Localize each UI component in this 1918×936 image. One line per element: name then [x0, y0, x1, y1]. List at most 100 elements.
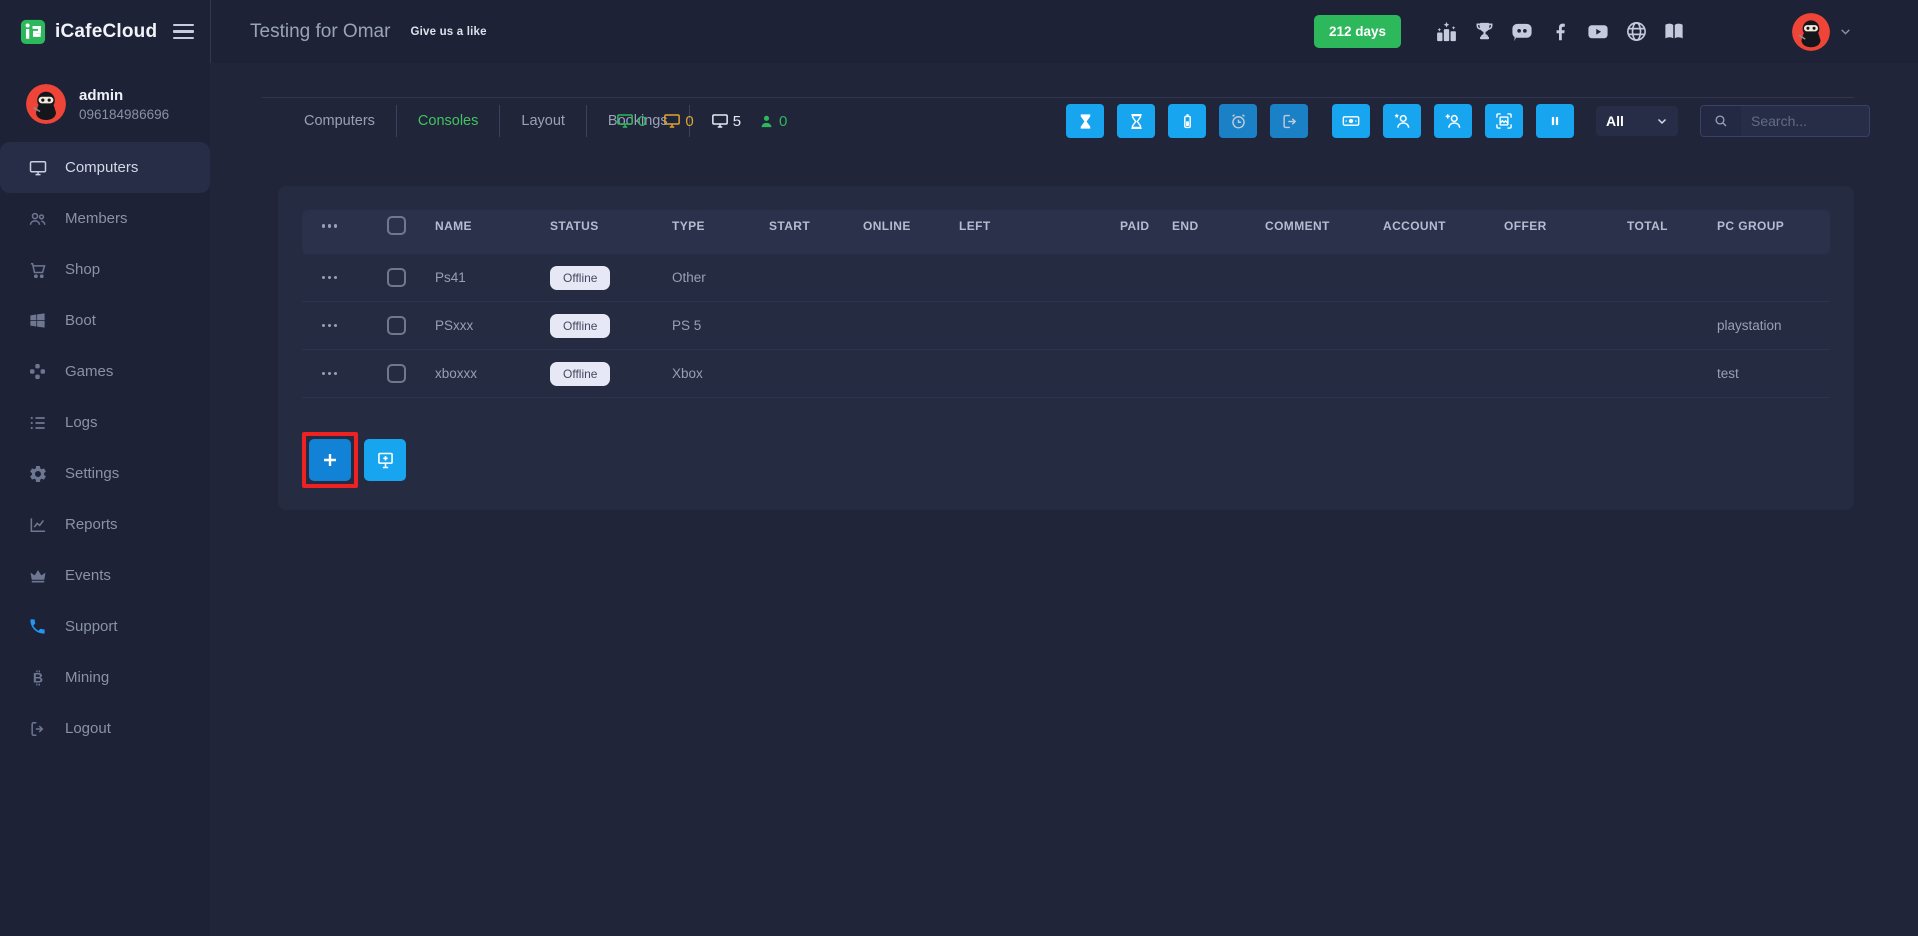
battery-button[interactable]: [1168, 104, 1206, 138]
row-checkbox[interactable]: [387, 268, 406, 287]
column-header-left: LEFT: [959, 219, 1120, 233]
alarm-clock-button[interactable]: [1219, 104, 1257, 138]
sidebar-item-label: Shop: [65, 261, 100, 278]
page-title: Testing for Omar: [250, 21, 390, 43]
status-counters: 0 0 5 0: [616, 103, 787, 139]
days-remaining-badge[interactable]: 212 days: [1314, 15, 1401, 48]
sidebar-item-support[interactable]: Support: [0, 601, 210, 652]
logo-text: iCafeCloud: [55, 21, 157, 43]
table-row: xboxxx Offline Xbox test: [302, 350, 1830, 398]
sidebar-item-label: Members: [65, 210, 128, 227]
column-header-account: ACCOUNT: [1383, 219, 1504, 233]
column-header-paid: PAID: [1120, 219, 1172, 233]
phone-icon: [27, 617, 48, 636]
sidebar-item-label: Mining: [65, 669, 109, 686]
row-checkbox[interactable]: [387, 364, 406, 383]
check-out-button[interactable]: [1270, 104, 1308, 138]
tab-consoles[interactable]: Consoles: [397, 113, 499, 129]
header-actions-icon[interactable]: [322, 220, 338, 232]
facebook-icon[interactable]: [1548, 20, 1572, 44]
hamburger-menu-icon[interactable]: [173, 24, 194, 39]
hourglass-button[interactable]: [1117, 104, 1155, 138]
search-input[interactable]: [1741, 106, 1869, 136]
leaderboard-icon[interactable]: [1434, 20, 1458, 44]
table-row: Ps41 Offline Other: [302, 254, 1830, 302]
cash-payment-button[interactable]: [1332, 104, 1370, 138]
cart-icon: [27, 260, 48, 280]
row-checkbox[interactable]: [387, 316, 406, 335]
group-filter-select[interactable]: All: [1596, 106, 1678, 136]
chevron-down-icon[interactable]: [1839, 25, 1852, 38]
select-all-checkbox[interactable]: [387, 216, 406, 235]
sign-out-icon: [27, 719, 48, 739]
user-avatar[interactable]: [1792, 13, 1830, 51]
counter-online[interactable]: 0: [616, 112, 646, 130]
sidebar-item-label: Boot: [65, 312, 96, 329]
top-bar: iCafeCloud Testing for Omar Give us a li…: [0, 0, 1918, 63]
cell-name: PSxxx: [435, 318, 550, 333]
sidebar-item-mining[interactable]: B Mining: [0, 652, 210, 703]
sidebar-item-boot[interactable]: Boot: [0, 295, 210, 346]
toolbar-divider: [262, 97, 1854, 98]
status-badge: Offline: [550, 362, 610, 386]
give-us-a-like-link[interactable]: Give us a like: [410, 26, 486, 38]
column-header-total: TOTAL: [1627, 219, 1717, 233]
sidebar-user-phone: 096184986696: [79, 107, 169, 122]
row-actions-icon[interactable]: [322, 368, 338, 380]
manual-book-icon[interactable]: [1662, 20, 1686, 44]
sidebar-item-reports[interactable]: Reports: [0, 499, 210, 550]
cell-type: Other: [672, 270, 769, 285]
sidebar-item-logs[interactable]: Logs: [0, 397, 210, 448]
highlight-box: [302, 432, 358, 488]
column-header-online: ONLINE: [863, 219, 959, 233]
column-header-start: START: [769, 219, 863, 233]
sidebar-item-settings[interactable]: Settings: [0, 448, 210, 499]
add-member-button[interactable]: [1434, 104, 1472, 138]
sidebar-item-label: Games: [65, 363, 113, 380]
table-footer-actions: [302, 432, 1830, 488]
sidebar-item-computers[interactable]: Computers: [0, 142, 210, 193]
discord-icon[interactable]: [1510, 20, 1534, 44]
screenshot-button[interactable]: [1485, 104, 1523, 138]
member-star-button[interactable]: [1383, 104, 1421, 138]
add-multiple-consoles-button[interactable]: [364, 439, 406, 481]
row-actions-icon[interactable]: [322, 320, 338, 332]
column-header-offer: OFFER: [1504, 219, 1627, 233]
user-menu[interactable]: [1792, 13, 1852, 51]
hourglass-start-button[interactable]: [1066, 104, 1104, 138]
website-globe-icon[interactable]: [1624, 20, 1648, 44]
cell-pc-group: test: [1717, 366, 1830, 381]
counter-value: 0: [685, 113, 693, 130]
column-header-status: STATUS: [550, 219, 672, 233]
row-actions-icon[interactable]: [322, 272, 338, 284]
cell-name: xboxxx: [435, 366, 550, 381]
tab-computers[interactable]: Computers: [283, 113, 396, 129]
cell-type: Xbox: [672, 366, 769, 381]
trophy-icon[interactable]: [1472, 20, 1496, 44]
sidebar-item-label: Events: [65, 567, 111, 584]
sidebar-item-games[interactable]: Games: [0, 346, 210, 397]
tab-layout[interactable]: Layout: [500, 113, 586, 129]
column-header-pc-group: PC GROUP: [1717, 219, 1830, 233]
counter-value: 5: [733, 113, 741, 130]
sidebar-item-logout[interactable]: Logout: [0, 703, 210, 754]
topbar-icon-row: [1434, 20, 1686, 44]
column-header-name: NAME: [435, 219, 550, 233]
sidebar-item-members[interactable]: Members: [0, 193, 210, 244]
youtube-icon[interactable]: [1586, 20, 1610, 44]
crown-icon: [27, 566, 48, 586]
table-row: PSxxx Offline PS 5 playstation: [302, 302, 1830, 350]
sidebar-item-shop[interactable]: Shop: [0, 244, 210, 295]
add-console-button[interactable]: [309, 439, 351, 481]
counter-busy[interactable]: 0: [663, 112, 693, 130]
chevron-down-icon: [1656, 115, 1668, 127]
member-button-group: [1332, 104, 1574, 138]
windows-icon: [27, 311, 48, 330]
pause-button[interactable]: [1536, 104, 1574, 138]
counter-members-online[interactable]: 0: [758, 113, 787, 130]
sidebar-item-events[interactable]: Events: [0, 550, 210, 601]
counter-offline[interactable]: 5: [711, 112, 741, 130]
session-button-group: [1066, 104, 1308, 138]
sidebar-menu: Computers Members Shop Boot Games Logs S…: [0, 142, 210, 754]
brand: iCafeCloud: [0, 0, 211, 63]
